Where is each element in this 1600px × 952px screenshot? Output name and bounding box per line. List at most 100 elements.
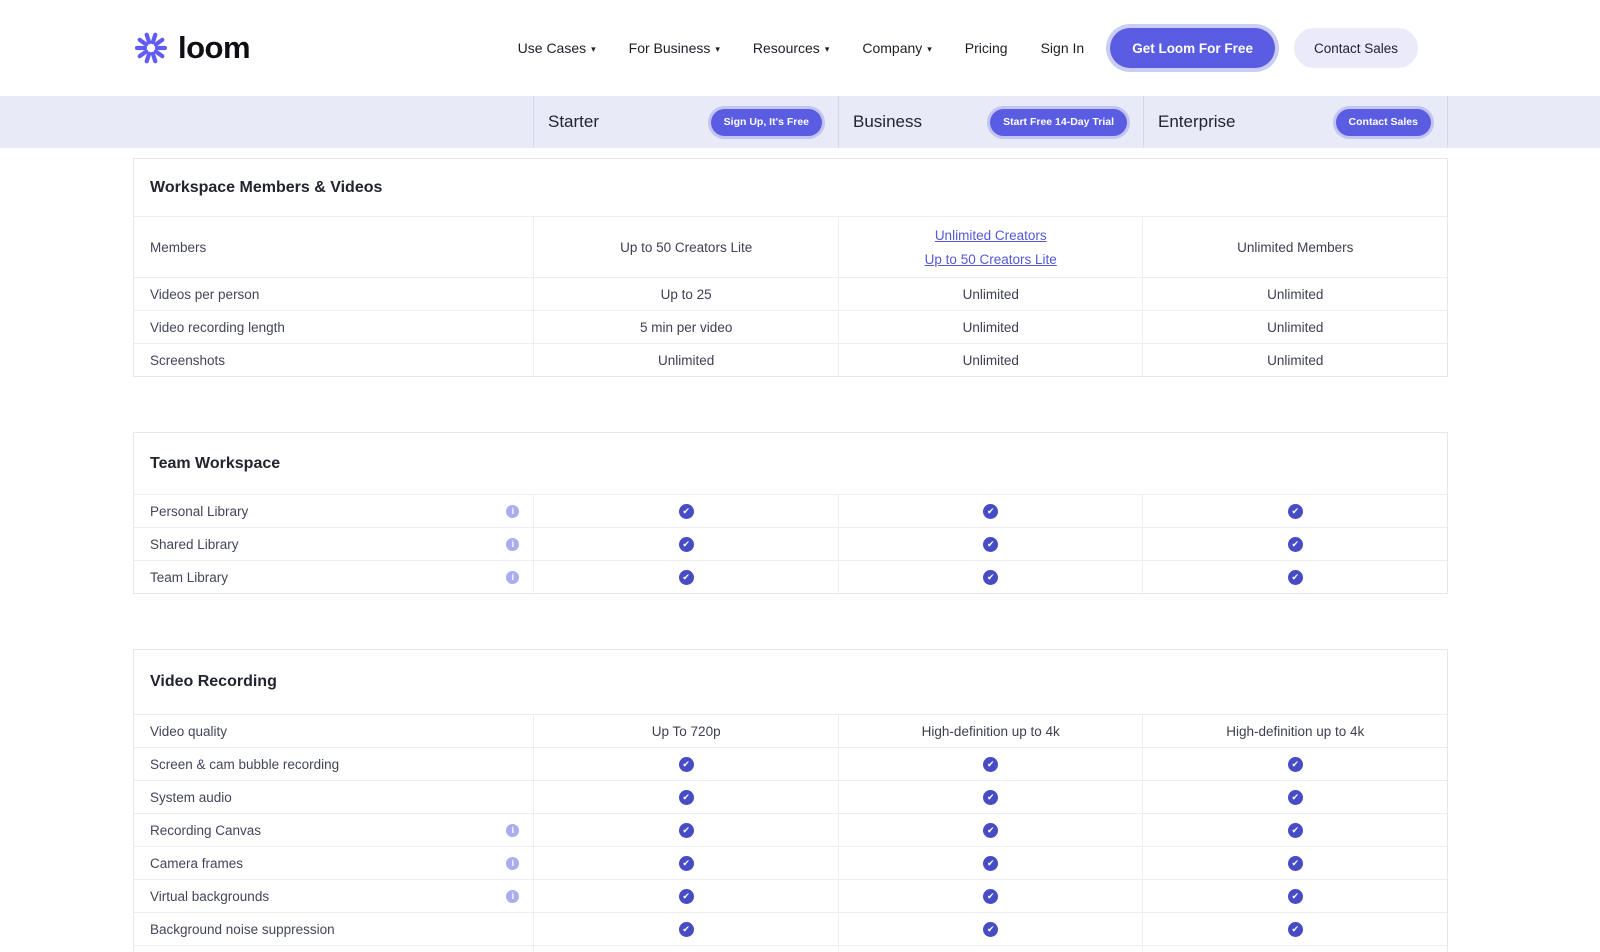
plan-value-cell: 5 min per video (533, 311, 838, 343)
feature-row: Shared Library i ✔ ✔ ✔ (134, 527, 1447, 560)
feature-label: Video quality (150, 724, 227, 739)
check-icon: ✔ (1288, 757, 1303, 772)
feature-label: Video recording length (150, 320, 285, 335)
get-loom-free-button[interactable]: Get Loom For Free (1110, 28, 1275, 68)
feature-cell: Members (134, 217, 533, 277)
plan-name: Enterprise (1158, 112, 1235, 132)
plan-value: Unlimited Members (1237, 240, 1353, 255)
plan-value-cell: ✔ (533, 781, 838, 813)
plan-value-cell: Unlimited (533, 344, 838, 376)
plan-value: Unlimited (1267, 353, 1323, 368)
feature-row: Personal Library i ✔ ✔ ✔ (134, 494, 1447, 527)
plan-value: Unlimited (658, 353, 714, 368)
nav-item-label: For Business (629, 40, 711, 56)
feature-row: Camera framesi✔✔✔ (134, 846, 1447, 879)
plan-value-cell: ✔ (1142, 814, 1447, 846)
check-icon: ✔ (1288, 889, 1303, 904)
feature-label: Recording Canvas (150, 823, 261, 838)
feature-row: Recording Canvasi✔✔✔ (134, 813, 1447, 846)
plan-value-cell: ✔ (1142, 913, 1447, 945)
info-icon[interactable]: i (506, 824, 519, 837)
feature-cell: Video quality (134, 715, 533, 747)
section-title: Video Recording (150, 673, 277, 691)
plan-value-cell: ✔ (838, 847, 1143, 879)
feature-cell: Personal Library i (134, 495, 533, 527)
check-icon: ✔ (983, 856, 998, 871)
plan-value-cell: Up to 25 (533, 278, 838, 310)
plan-cta-business[interactable]: Start Free 14-Day Trial (990, 109, 1127, 136)
feature-link[interactable]: Up to 50 Creators Lite (925, 252, 1057, 267)
feature-label: Members (150, 240, 206, 255)
info-icon[interactable]: i (506, 538, 519, 551)
check-icon: ✔ (983, 504, 998, 519)
feature-row: System audio✔✔✔ (134, 780, 1447, 813)
check-icon: ✔ (679, 889, 694, 904)
chevron-down-icon: ▾ (927, 44, 932, 55)
plan-value-cell: Up To 720p (533, 715, 838, 747)
section-title-row: Team Workspace (134, 433, 1447, 494)
plan-cta-starter[interactable]: Sign Up, It's Free (711, 109, 822, 136)
plan-value-cell: ✔ (838, 913, 1143, 945)
check-icon: ✔ (983, 823, 998, 838)
loom-logo[interactable]: loom (133, 30, 250, 66)
plan-value-cell: ✔ (838, 561, 1143, 593)
feature-link[interactable]: Unlimited Creators (935, 228, 1047, 243)
plan-value-cell: Unlimited (1142, 311, 1447, 343)
plan-value-cell: Unlimited (838, 278, 1143, 310)
nav-item-resources[interactable]: Resources▾ (753, 40, 829, 56)
plan-value-cell: Unlimited (1142, 278, 1447, 310)
plan-value-cell: ✔ (533, 748, 838, 780)
check-icon: ✔ (983, 790, 998, 805)
feature-cell: System audio (134, 781, 533, 813)
feature-cell: Recording Canvas i (134, 814, 533, 846)
plan-value-cell: ✔ (838, 814, 1143, 846)
plan-value-cell: ✔ (838, 781, 1143, 813)
nav-item-label: Sign In (1041, 40, 1085, 56)
plan-value-cell: Unlimited Members (1142, 217, 1447, 277)
plan-name: Business (853, 112, 922, 132)
check-icon: ✔ (679, 537, 694, 552)
plan-bar-spacer (0, 96, 533, 148)
feature-row: Video recording length 5 min per video Unl… (134, 310, 1447, 343)
check-icon: ✔ (1288, 922, 1303, 937)
info-icon[interactable]: i (506, 857, 519, 870)
info-icon[interactable]: i (506, 571, 519, 584)
plan-value: Up to 50 Creators Lite (620, 240, 752, 255)
check-icon: ✔ (983, 922, 998, 937)
plan-value-cell (533, 946, 838, 952)
feature-label: System audio (150, 790, 232, 805)
check-icon: ✔ (679, 757, 694, 772)
plan-value-cell: ✔ (533, 880, 838, 912)
chevron-down-icon: ▾ (825, 44, 830, 55)
feature-label: Team Library (150, 570, 228, 585)
check-icon: ✔ (1288, 570, 1303, 585)
nav-item-for-business[interactable]: For Business▾ (629, 40, 720, 56)
plan-header-bar: StarterSign Up, It's Free Business Start F… (0, 96, 1600, 148)
plan-value: Unlimited (1267, 287, 1323, 302)
feature-row: ScreenshotsUnlimitedUnlimitedUnlimited (134, 343, 1447, 376)
plan-value: High-definition up to 4k (922, 724, 1060, 739)
plan-value: Unlimited (1267, 320, 1323, 335)
check-icon: ✔ (983, 537, 998, 552)
nav-item-sign-in[interactable]: Sign In (1041, 40, 1085, 56)
plan-value-cell: ✔ (1142, 528, 1447, 560)
feature-label: Personal Library (150, 504, 248, 519)
nav-item-pricing[interactable]: Pricing (965, 40, 1008, 56)
nav-item-use-cases[interactable]: Use Cases▾ (518, 40, 596, 56)
plan-value-cell: ✔ (533, 561, 838, 593)
feature-label: Camera frames (150, 856, 243, 871)
feature-label: Shared Library (150, 537, 239, 552)
section-title: Workspace Members & Videos (150, 179, 382, 197)
check-icon: ✔ (983, 570, 998, 585)
info-icon[interactable]: i (506, 890, 519, 903)
nav-item-company[interactable]: Company▾ (862, 40, 931, 56)
plan-value-cell: ✔ (1142, 495, 1447, 527)
plan-value-cell: ✔ (533, 495, 838, 527)
plan-cta-enterprise[interactable]: Contact Sales (1336, 109, 1431, 136)
contact-sales-button[interactable]: Contact Sales (1294, 28, 1418, 68)
plan-value-cell: ✔ (533, 528, 838, 560)
info-icon[interactable]: i (506, 505, 519, 518)
feature-label: Screen & cam bubble recording (150, 757, 339, 772)
plan-value-cell (1142, 946, 1447, 952)
plan-column-starter: StarterSign Up, It's Free (533, 96, 838, 148)
